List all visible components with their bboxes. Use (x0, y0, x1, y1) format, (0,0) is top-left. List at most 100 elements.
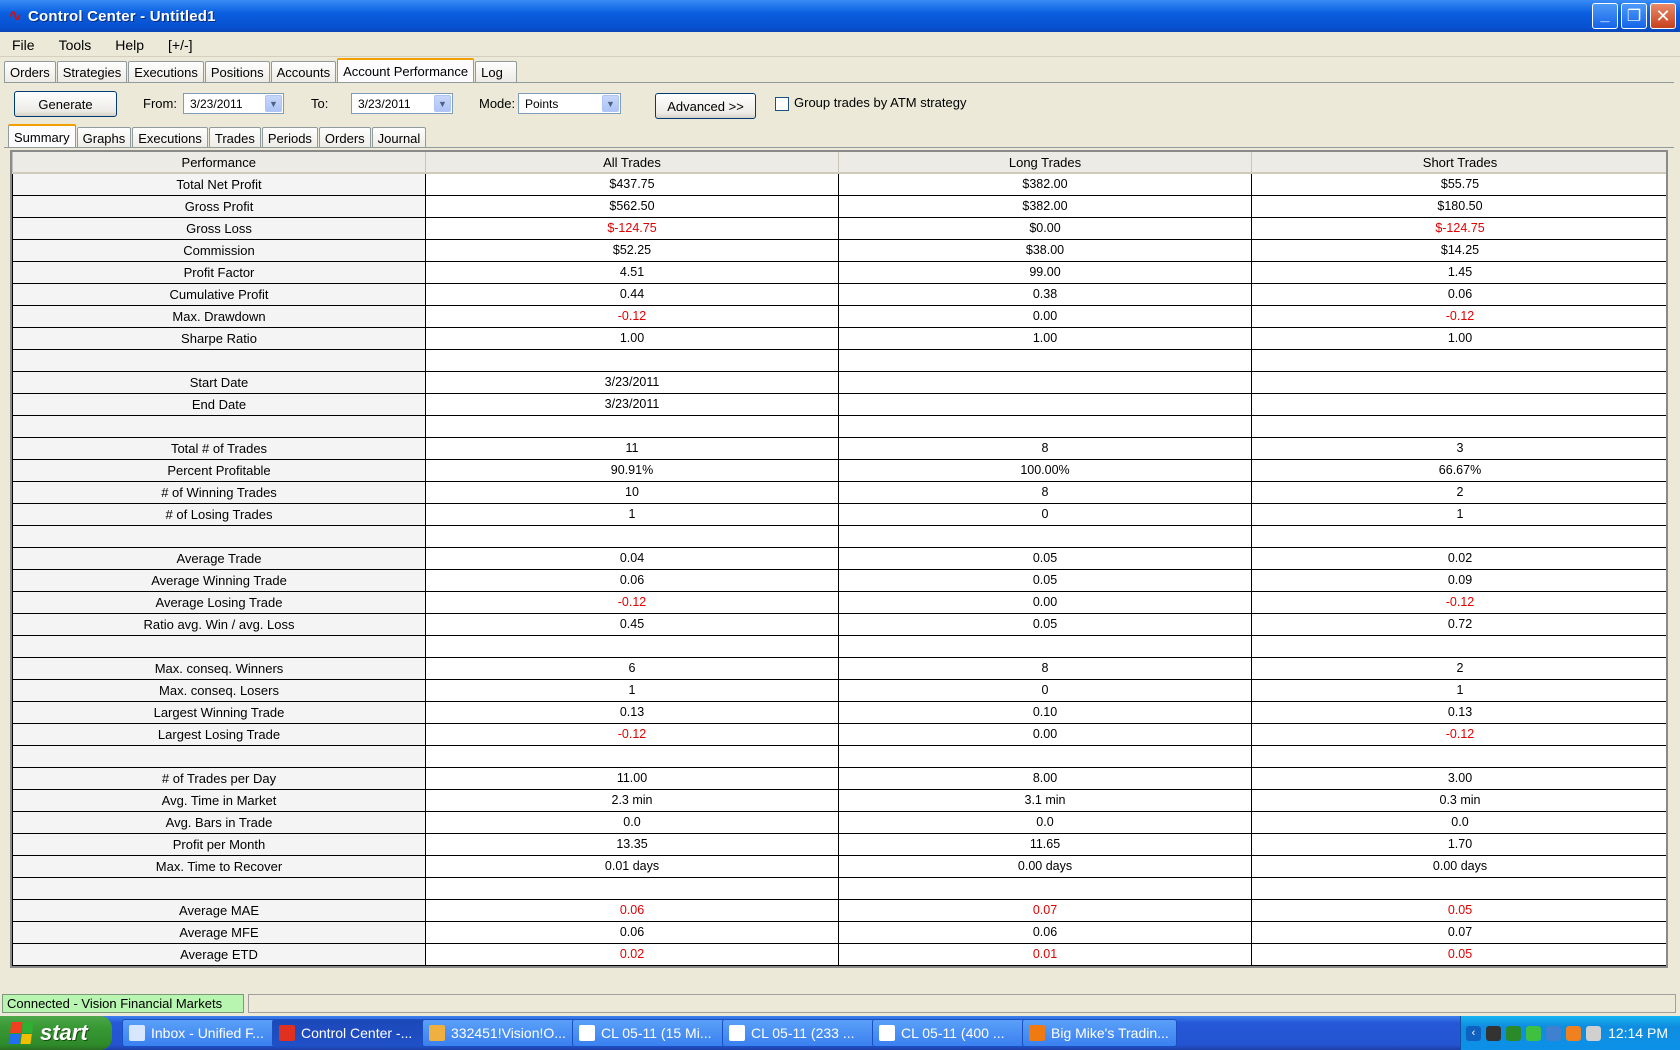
tray-signal-icon[interactable] (1526, 1025, 1541, 1041)
table-row[interactable]: Max. conseq. Winners 6 8 2 (12, 656, 1666, 680)
to-date-picker[interactable]: 3/23/2011 ▼ (351, 93, 453, 114)
tab-executions[interactable]: Executions (128, 61, 204, 82)
table-row[interactable] (12, 414, 1666, 438)
table-row[interactable]: Max. conseq. Losers 1 0 1 (12, 678, 1666, 702)
taskbar-item[interactable]: CL 05-11 (400 ... (872, 1019, 1027, 1047)
table-row[interactable]: Avg. Time in Market 2.3 min 3.1 min 0.3 min (12, 788, 1666, 812)
table-row[interactable]: Average MAE 0.06 0.07 0.05 (12, 898, 1666, 922)
table-row[interactable] (12, 524, 1666, 548)
table-row[interactable]: Average Winning Trade 0.06 0.05 0.09 (12, 568, 1666, 592)
table-row[interactable] (12, 348, 1666, 372)
taskbar-item[interactable]: Control Center -... (272, 1019, 427, 1047)
tray-expand-icon[interactable]: ‹ (1466, 1025, 1481, 1041)
header-performance[interactable]: Performance (12, 152, 426, 174)
header-long-trades[interactable]: Long Trades (838, 152, 1252, 174)
tab-journal[interactable]: Journal (371, 127, 427, 148)
mode-select[interactable]: Points ▼ (518, 93, 621, 114)
table-row[interactable]: Profit Factor 4.51 99.00 1.45 (12, 260, 1666, 284)
chevron-down-icon[interactable]: ▼ (434, 95, 451, 112)
long-trades-cell: 99.00 (838, 260, 1252, 284)
tab-orders[interactable]: Orders (4, 61, 56, 82)
table-row[interactable]: Profit per Month 13.35 11.65 1.70 (12, 832, 1666, 856)
close-button[interactable]: ✕ (1650, 3, 1676, 29)
table-row[interactable]: Sharpe Ratio 1.00 1.00 1.00 (12, 326, 1666, 350)
row-label-cell: Max. Drawdown (12, 304, 426, 328)
table-row[interactable]: Cumulative Profit 0.44 0.38 0.06 (12, 282, 1666, 306)
sub-tab-strip: Summary Graphs Executions Trades Periods… (8, 124, 427, 148)
all-trades-cell: 0.02 (425, 942, 839, 966)
taskbar-item[interactable]: CL 05-11 (15 Mi... (572, 1019, 727, 1047)
maximize-button[interactable]: ❐ (1621, 3, 1647, 29)
tab-accounts[interactable]: Accounts (270, 61, 337, 82)
table-row[interactable] (12, 876, 1666, 900)
chevron-down-icon[interactable]: ▼ (602, 95, 619, 112)
table-row[interactable]: Avg. Bars in Trade 0.0 0.0 0.0 (12, 810, 1666, 834)
table-row[interactable]: Max. Time to Recover 0.01 days 0.00 days 0.… (12, 854, 1666, 878)
table-row[interactable]: Average Trade 0.04 0.05 0.02 (12, 546, 1666, 570)
tray-app-icon[interactable] (1566, 1025, 1581, 1041)
short-trades-cell: 1 (1251, 678, 1666, 702)
table-row[interactable]: Largest Winning Trade 0.13 0.10 0.13 (12, 700, 1666, 724)
table-row[interactable]: Percent Profitable 90.91% 100.00% 66.67% (12, 458, 1666, 482)
table-row[interactable]: Average MFE 0.06 0.06 0.07 (12, 920, 1666, 944)
tab-account-performance[interactable]: Account Performance (337, 58, 475, 82)
tab-periods[interactable]: Periods (261, 127, 318, 148)
table-row[interactable]: Ratio avg. Win / avg. Loss 0.45 0.05 0.72 (12, 612, 1666, 636)
tab-strategies[interactable]: Strategies (56, 61, 128, 82)
performance-grid: Performance All Trades Long Trades Short… (10, 150, 1668, 968)
table-row[interactable]: Gross Profit $562.50 $382.00 $180.50 (12, 194, 1666, 218)
table-row[interactable]: Commission $52.25 $38.00 $14.25 (12, 238, 1666, 262)
short-trades-cell: 0.72 (1251, 612, 1666, 636)
taskbar-item[interactable]: Inbox - Unified F... (122, 1019, 277, 1047)
from-date-picker[interactable]: 3/23/2011 ▼ (183, 93, 284, 114)
taskbar-item[interactable]: Big Mike's Tradin... (1022, 1019, 1177, 1047)
header-all-trades[interactable]: All Trades (425, 152, 839, 174)
chevron-down-icon[interactable]: ▼ (265, 95, 282, 112)
from-label: From: (143, 96, 177, 111)
table-row[interactable]: End Date 3/23/2011 (12, 392, 1666, 416)
generate-button[interactable]: Generate (14, 91, 117, 117)
all-trades-cell: 3/23/2011 (425, 392, 839, 416)
tray-network-icon[interactable] (1506, 1025, 1521, 1041)
tab-sub-orders[interactable]: Orders (318, 127, 371, 148)
tray-camera-icon[interactable] (1486, 1025, 1501, 1041)
firefox-icon (1029, 1025, 1045, 1041)
table-row[interactable]: # of Trades per Day 11.00 8.00 3.00 (12, 766, 1666, 790)
tab-trades[interactable]: Trades (208, 127, 261, 148)
tray-settings-icon[interactable] (1546, 1025, 1561, 1041)
group-trades-checkbox[interactable] (775, 97, 789, 111)
table-row[interactable] (12, 744, 1666, 768)
taskbar-item[interactable]: 332451!Vision!O... (422, 1019, 577, 1047)
long-trades-cell: 0.01 (838, 942, 1252, 966)
tab-graphs[interactable]: Graphs (76, 127, 132, 148)
taskbar-item[interactable]: CL 05-11 (233 ... (722, 1019, 877, 1047)
table-row[interactable]: Max. Drawdown -0.12 0.00 -0.12 (12, 304, 1666, 328)
header-short-trades[interactable]: Short Trades (1251, 152, 1666, 174)
table-row[interactable]: # of Winning Trades 10 8 2 (12, 480, 1666, 504)
table-row[interactable]: Total # of Trades 11 8 3 (12, 436, 1666, 460)
start-button[interactable]: start (0, 1016, 112, 1050)
table-row[interactable]: Average Losing Trade -0.12 0.00 -0.12 (12, 590, 1666, 614)
table-row[interactable]: Total Net Profit $437.75 $382.00 $55.75 (12, 172, 1666, 196)
short-trades-cell (1251, 634, 1666, 658)
tab-sub-executions[interactable]: Executions (132, 127, 208, 148)
tab-log[interactable]: Log (475, 61, 518, 82)
menu-tools[interactable]: Tools (47, 37, 104, 53)
tray-volume-icon[interactable] (1586, 1025, 1601, 1041)
minimize-button[interactable]: _ (1592, 3, 1618, 29)
menu-file[interactable]: File (0, 37, 47, 53)
table-row[interactable]: Largest Losing Trade -0.12 0.00 -0.12 (12, 722, 1666, 746)
short-trades-cell: -0.12 (1251, 722, 1666, 746)
table-row[interactable]: Average ETD 0.02 0.01 0.05 (12, 942, 1666, 966)
table-row[interactable]: Gross Loss $-124.75 $0.00 $-124.75 (12, 216, 1666, 240)
tab-summary[interactable]: Summary (8, 124, 76, 148)
advanced-button[interactable]: Advanced >> (655, 93, 756, 119)
short-trades-cell: 0.07 (1251, 920, 1666, 944)
clock[interactable]: 12:14 PM (1608, 1025, 1668, 1041)
table-row[interactable]: # of Losing Trades 1 0 1 (12, 502, 1666, 526)
menu-help[interactable]: Help (103, 37, 156, 53)
tab-positions[interactable]: Positions (204, 61, 270, 82)
table-row[interactable]: Start Date 3/23/2011 (12, 370, 1666, 394)
table-row[interactable] (12, 634, 1666, 658)
menu-toggle[interactable]: [+/-] (156, 37, 205, 53)
